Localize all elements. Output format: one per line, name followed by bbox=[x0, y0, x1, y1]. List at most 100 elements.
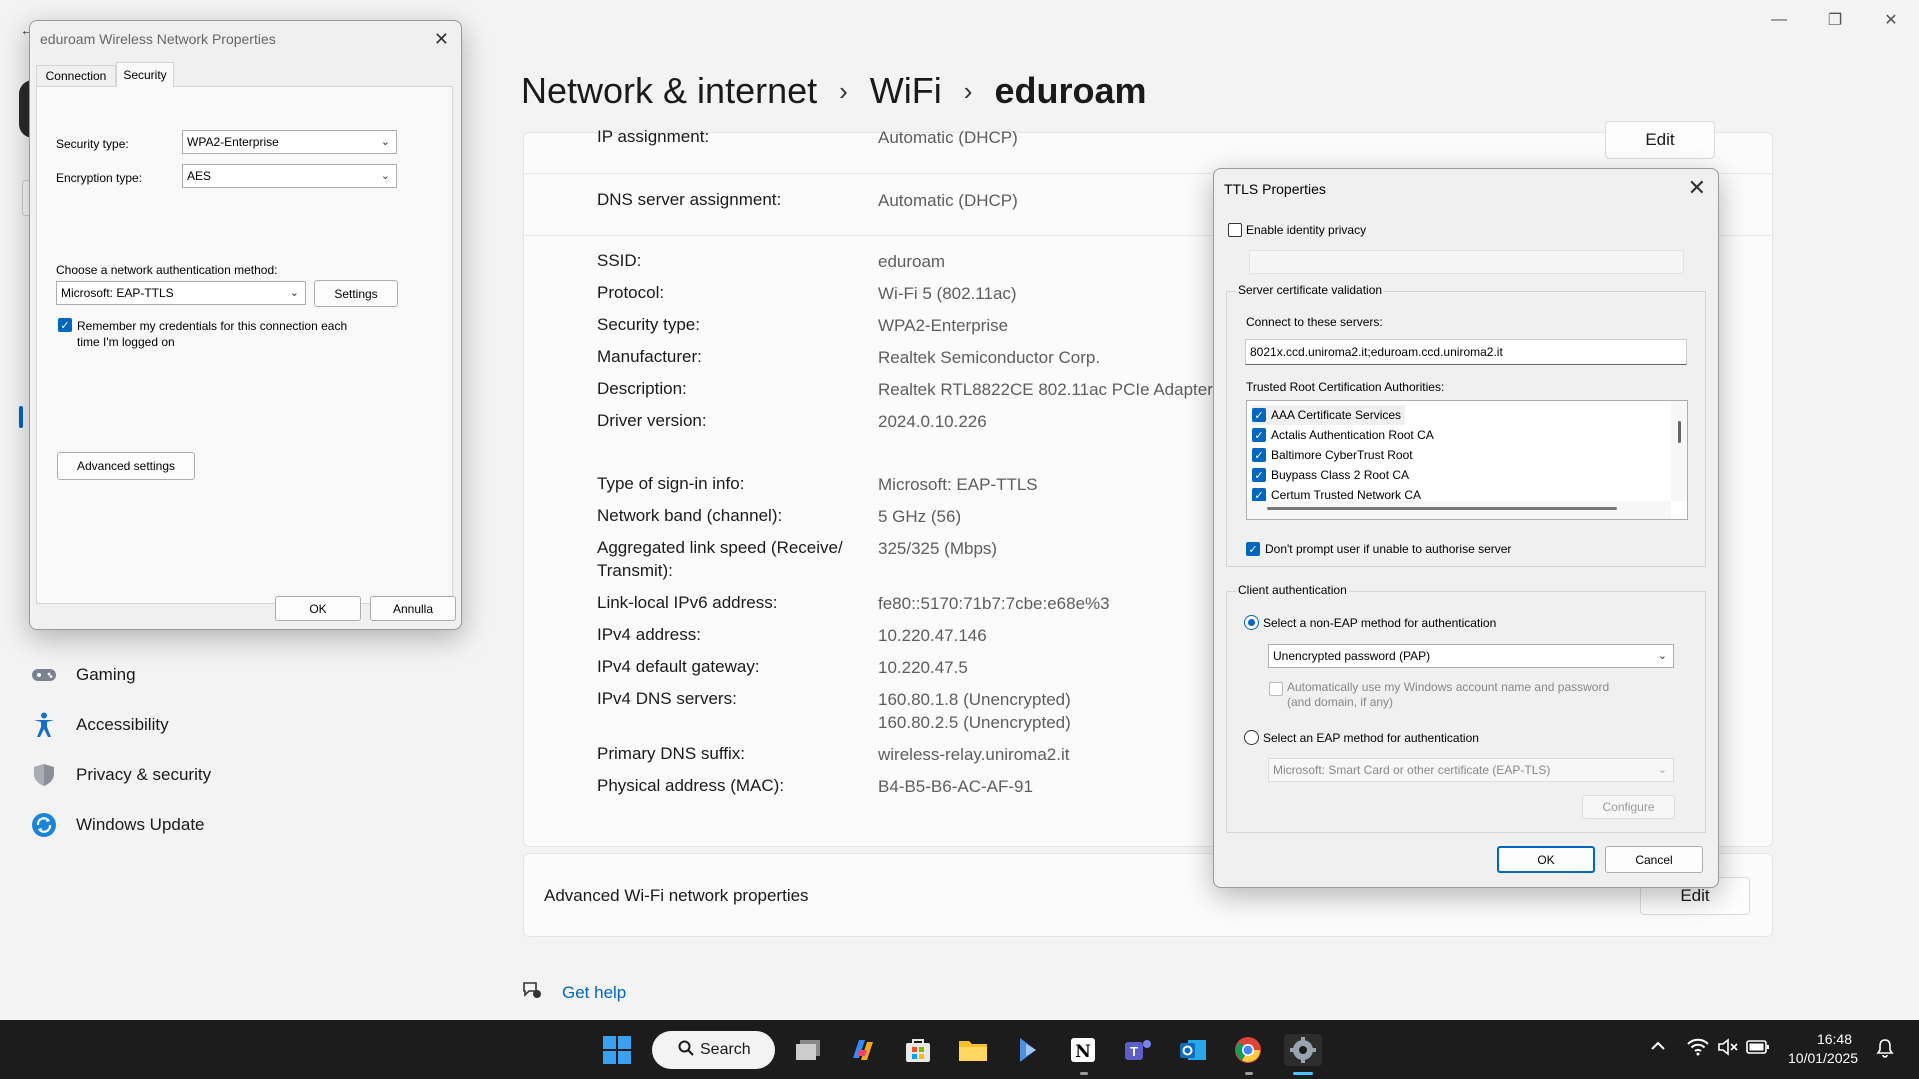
select-value: Unencrypted password (PAP) bbox=[1273, 649, 1431, 663]
radio-label: Select an EAP method for authentication bbox=[1263, 730, 1479, 745]
settings-app-icon[interactable] bbox=[1284, 1034, 1322, 1066]
auto-windows-credentials-checkbox[interactable]: Automatically use my Windows account nam… bbox=[1269, 680, 1609, 710]
encryption-type-label: Encryption type: bbox=[56, 171, 143, 185]
ok-button[interactable]: OK bbox=[1497, 846, 1595, 873]
chevron-down-icon: ⌄ bbox=[380, 170, 390, 182]
prop-label: IPv4 default gateway: bbox=[597, 657, 760, 676]
breadcrumb-network[interactable]: Network & internet bbox=[521, 70, 817, 112]
horizontal-scrollbar[interactable] bbox=[1247, 501, 1671, 519]
prop-label: DNS server assignment: bbox=[597, 190, 782, 209]
start-button[interactable] bbox=[601, 1034, 633, 1066]
breadcrumb: Network & internet › WiFi › eduroam bbox=[521, 70, 1146, 112]
prop-value: B4-B5-B6-AC-AF-91 bbox=[878, 777, 1033, 796]
prop-label: IP assignment: bbox=[597, 127, 710, 146]
outlook-icon[interactable] bbox=[1177, 1034, 1209, 1066]
breadcrumb-wifi[interactable]: WiFi bbox=[870, 70, 942, 112]
dont-prompt-checkbox[interactable]: ✓ Don't prompt user if unable to authori… bbox=[1246, 542, 1511, 556]
page-title: eduroam bbox=[994, 70, 1147, 111]
store-icon[interactable] bbox=[902, 1034, 934, 1066]
battery-icon[interactable] bbox=[1746, 1039, 1770, 1060]
update-icon bbox=[30, 811, 58, 839]
prop-label: IPv4 DNS servers: bbox=[597, 689, 737, 708]
prop-label: Driver version: bbox=[597, 411, 707, 430]
sidebar-item-label: Privacy & security bbox=[76, 765, 212, 784]
tab-security[interactable]: Security bbox=[116, 62, 174, 87]
list-item[interactable]: ✓ AAA Certificate Services bbox=[1252, 405, 1406, 425]
cancel-button[interactable]: Cancel bbox=[1605, 846, 1703, 873]
clock[interactable]: 16:48 10/01/2025 bbox=[1788, 1030, 1859, 1068]
ok-button[interactable]: OK bbox=[275, 596, 361, 621]
svg-text:T: T bbox=[1130, 1044, 1138, 1059]
cancel-button[interactable]: Annulla bbox=[370, 596, 456, 621]
configure-button[interactable]: Configure bbox=[1582, 795, 1675, 819]
advanced-wifi-label: Advanced Wi-Fi network properties bbox=[544, 886, 809, 905]
security-type-select[interactable]: WPA2-Enterprise ⌄ bbox=[182, 130, 397, 154]
eap-radio[interactable]: Select an EAP method for authentication bbox=[1244, 730, 1479, 745]
prop-label: SSID: bbox=[597, 251, 642, 270]
remember-credentials-checkbox[interactable]: ✓ Remember my credentials for this conne… bbox=[58, 318, 347, 350]
taskbar-search[interactable]: Search bbox=[652, 1031, 775, 1069]
sidebar-item-privacy[interactable]: Privacy & security bbox=[30, 750, 211, 800]
close-button[interactable]: ✕ bbox=[1863, 6, 1919, 34]
non-eap-radio[interactable]: Select a non-EAP method for authenticati… bbox=[1244, 615, 1496, 630]
get-help-link[interactable]: Get help bbox=[522, 980, 626, 1005]
clock-date: 10/01/2025 bbox=[1788, 1050, 1859, 1066]
notion-icon[interactable]: N bbox=[1067, 1034, 1099, 1066]
file-explorer-icon[interactable] bbox=[957, 1034, 989, 1066]
checkbox-label: Enable identity privacy bbox=[1246, 223, 1367, 237]
non-eap-method-select[interactable]: Unencrypted password (PAP) ⌄ bbox=[1268, 644, 1674, 668]
edit-ip-button[interactable]: Edit bbox=[1605, 121, 1715, 159]
chrome-icon[interactable] bbox=[1232, 1034, 1264, 1066]
minimize-button[interactable]: — bbox=[1751, 6, 1807, 34]
advanced-settings-button[interactable]: Advanced settings bbox=[57, 452, 195, 480]
list-item[interactable]: ✓ Buypass Class 2 Root CA bbox=[1252, 465, 1409, 485]
sidebar-item-accessibility[interactable]: Accessibility bbox=[30, 700, 211, 750]
copilot-icon[interactable] bbox=[847, 1034, 879, 1066]
svg-text:N: N bbox=[1075, 1042, 1091, 1062]
get-help-label: Get help bbox=[562, 982, 627, 1002]
sidebar-item-label: Windows Update bbox=[76, 815, 205, 834]
prop-value: Realtek Semiconductor Corp. bbox=[878, 348, 1101, 367]
power-automate-icon[interactable] bbox=[1012, 1034, 1044, 1066]
search-label: Search bbox=[700, 1041, 751, 1058]
checkbox-label: Automatically use my Windows account nam… bbox=[1287, 680, 1609, 710]
prop-label: Transmit): bbox=[597, 561, 673, 580]
vertical-scrollbar[interactable] bbox=[1671, 401, 1687, 501]
close-icon[interactable]: ✕ bbox=[1688, 175, 1706, 201]
scrollbar-thumb[interactable] bbox=[1678, 421, 1681, 443]
wifi-icon[interactable] bbox=[1687, 1038, 1709, 1061]
prop-label: Protocol: bbox=[597, 283, 665, 302]
prop-label: Network band (channel): bbox=[597, 506, 783, 525]
scrollbar-thumb[interactable] bbox=[1267, 507, 1617, 510]
eap-method-select[interactable]: Microsoft: Smart Card or other certifica… bbox=[1268, 758, 1674, 782]
maximize-button[interactable]: ❐ bbox=[1807, 6, 1863, 34]
select-value: Microsoft: EAP-TTLS bbox=[61, 286, 174, 300]
checkbox-label-line2: (and domain, if any) bbox=[1287, 695, 1394, 709]
tab-connection[interactable]: Connection bbox=[36, 65, 116, 86]
sidebar-item-windows-update[interactable]: Windows Update bbox=[30, 800, 211, 850]
task-view-icon[interactable] bbox=[792, 1034, 824, 1066]
volume-muted-icon[interactable] bbox=[1717, 1038, 1739, 1061]
ca-name: Buypass Class 2 Root CA bbox=[1271, 468, 1410, 482]
sidebar-item-gaming[interactable]: Gaming bbox=[30, 650, 211, 700]
chevron-up-icon[interactable] bbox=[1650, 1039, 1666, 1057]
list-item[interactable]: ✓ Baltimore CyberTrust Root bbox=[1252, 445, 1413, 465]
close-icon[interactable]: ✕ bbox=[434, 29, 449, 50]
auth-method-select[interactable]: Microsoft: EAP-TTLS ⌄ bbox=[56, 281, 306, 305]
chevron-right-icon: › bbox=[839, 75, 848, 106]
prop-label: Primary DNS suffix: bbox=[597, 744, 745, 763]
encryption-type-select[interactable]: AES ⌄ bbox=[182, 164, 397, 188]
list-item[interactable]: ✓ Actalis Authentication Root CA bbox=[1252, 425, 1434, 445]
notification-bell-icon[interactable] bbox=[1876, 1038, 1894, 1063]
prop-value: 10.220.47.5 bbox=[878, 658, 968, 677]
chevron-down-icon: ⌄ bbox=[1657, 650, 1667, 662]
settings-button[interactable]: Settings bbox=[314, 280, 398, 307]
identity-privacy-checkbox[interactable]: Enable identity privacy bbox=[1228, 223, 1366, 237]
prop-label: Aggregated link speed (Receive/ bbox=[597, 538, 843, 557]
prop-value: Automatic (DHCP) bbox=[878, 128, 1018, 147]
connect-servers-input[interactable]: 8021x.ccd.uniroma2.it;eduroam.ccd.unirom… bbox=[1245, 339, 1687, 365]
teams-icon[interactable]: T bbox=[1122, 1034, 1154, 1066]
trusted-ca-list[interactable]: ✓ AAA Certificate Services ✓ Actalis Authe… bbox=[1246, 400, 1688, 520]
prop-value: 160.80.2.5 (Unencrypted) bbox=[878, 713, 1071, 732]
group-label: Client authentication bbox=[1236, 583, 1349, 597]
